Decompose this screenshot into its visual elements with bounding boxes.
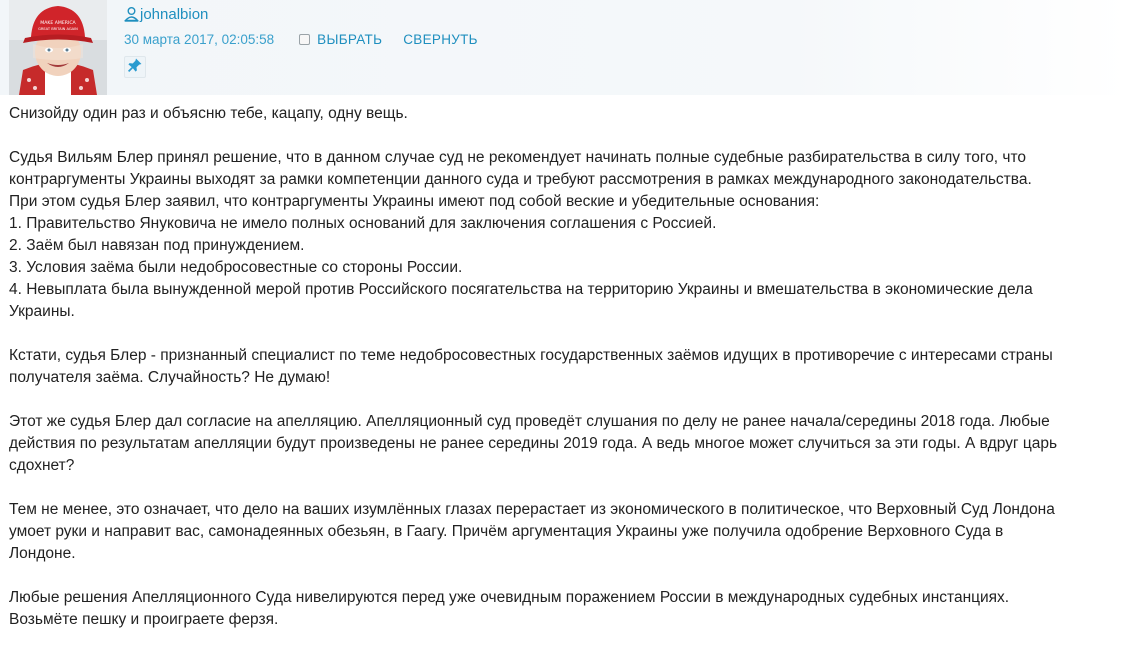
author-link[interactable]: johnalbion [140,6,208,23]
select-button[interactable]: ВЫБРАТЬ [317,32,382,47]
text-line: получателя заёма. Случайность? Не думаю! [9,369,331,386]
paragraph: Этот же судья Блер дал согласие на апелл… [9,411,1121,477]
text-line: 4. Невыплата была вынужденной мерой прот… [9,281,1033,298]
text-line: Снизойду один раз и объясню тебе, кацапу… [9,105,408,122]
svg-text:MAKE AMERICA: MAKE AMERICA [40,20,76,26]
text-line: Возьмёте пешку и проиграете ферзя. [9,611,279,628]
paragraph: Снизойду один раз и объясню тебе, кацапу… [9,103,1121,125]
text-line: Кстати, судья Блер - признанный специали… [9,347,1053,364]
comment-timestamp[interactable]: 30 марта 2017, 02:05:58 [124,32,274,47]
text-line: Любые решения Апелляционного Суда нивели… [9,589,1010,606]
text-line: Судья Вильям Блер принял решение, что в … [9,149,1027,166]
comment-header: MAKE AMERICA GREAT BRITAIN AGAIN johnalb… [0,0,1129,95]
text-line: Лондоне. [9,545,76,562]
text-line: умоет руки и направит вас, самонадеянных… [9,523,1004,540]
text-line: 2. Заём был навязан под принуждением. [9,237,305,254]
pin-button[interactable] [124,56,146,78]
select-checkbox[interactable] [299,33,311,45]
comment-body: Снизойду один раз и объясню тебе, кацапу… [9,103,1121,653]
svg-text:GREAT BRITAIN AGAIN: GREAT BRITAIN AGAIN [38,27,78,31]
paragraph: Тем не менее, это означает, что дело на … [9,499,1121,565]
avatar[interactable]: MAKE AMERICA GREAT BRITAIN AGAIN [9,0,107,95]
paragraph: Кстати, судья Блер - признанный специали… [9,345,1121,389]
text-line: Этот же судья Блер дал согласие на апелл… [9,413,1050,430]
paragraph: Судья Вильям Блер принял решение, что в … [9,147,1121,323]
text-line: При этом судья Блер заявил, что контрарг… [9,193,820,210]
avatar-photo: MAKE AMERICA GREAT BRITAIN AGAIN [9,0,107,95]
text-line: сдохнет? [9,457,75,474]
text-line: действия по результатам апелляции будут … [9,435,1058,452]
comment-actions: 30 марта 2017, 02:05:58 ВЫБРАТЬ СВЕРНУТЬ [124,30,478,48]
text-line: Украины. [9,303,75,320]
text-line: 3. Условия заёма были недобросовестные с… [9,259,463,276]
text-line: 1. Правительство Януковича не имело полн… [9,215,717,232]
user-icon [123,6,140,22]
author-row: johnalbion [123,5,208,23]
text-line: контраргументы Украины выходят за рамки … [9,171,1032,188]
pin-icon [127,57,143,78]
text-line: Тем не менее, это означает, что дело на … [9,501,1055,518]
paragraph: Любые решения Апелляционного Суда нивели… [9,587,1121,631]
collapse-button[interactable]: СВЕРНУТЬ [403,32,478,47]
